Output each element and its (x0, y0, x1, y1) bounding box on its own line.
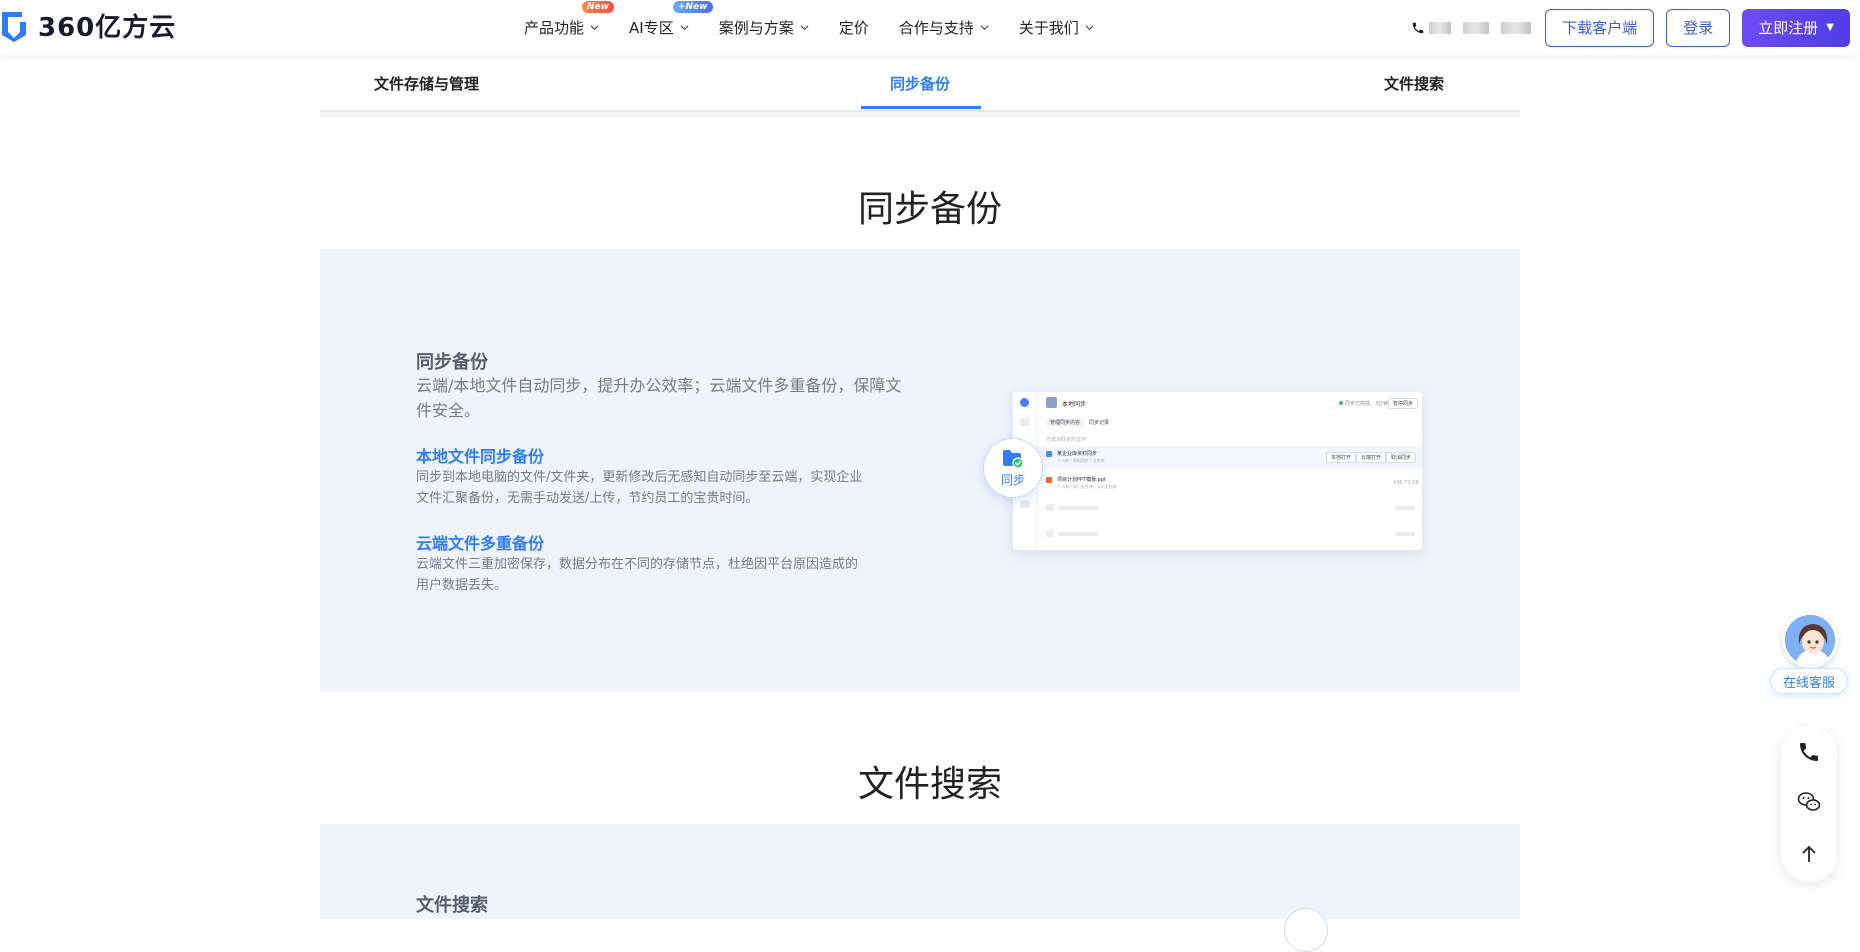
sync-badge: 同步 (983, 438, 1043, 498)
download-client-button[interactable]: 下载客户端 (1545, 8, 1655, 47)
nav-partner-support[interactable]: 合作与支持 (899, 0, 989, 55)
search-panel (320, 824, 1520, 919)
mock-row-button: 取消同步 (1386, 452, 1417, 463)
mock-pause-button: 暂停同步 (1388, 398, 1419, 409)
chevron-down-icon (590, 25, 599, 31)
nav-product-features[interactable]: 产品功能 New (524, 0, 614, 55)
section-title-search: 文件搜索 (857, 764, 1002, 805)
redacted-number (1463, 21, 1490, 34)
ppt-file-icon (1046, 477, 1052, 483)
search-badge (1284, 908, 1328, 952)
chevron-down-icon (800, 25, 809, 31)
sub-feature-desc: 同步到本地电脑的文件/文件夹，更新修改后无感知自动同步至云端，实现企业 (416, 470, 863, 485)
nav-ai-zone[interactable]: AI专区 +New (629, 0, 713, 55)
chevron-down-icon (1085, 25, 1094, 31)
mock-row-button: 本地打开 (1326, 452, 1357, 463)
feature-subtabs: 文件存储与管理 同步备份 文件搜索 (320, 55, 1520, 112)
agent-avatar-icon (1785, 615, 1835, 665)
register-button[interactable]: 立即注册 ▼ (1742, 8, 1850, 47)
tab-file-storage[interactable]: 文件存储与管理 (374, 73, 479, 94)
mock-row-size: 436.72 KB (1393, 480, 1419, 486)
mock-hint: 已成功同步的文件 (1046, 437, 1087, 443)
mock-tab: 管理同步内容 (1046, 418, 1085, 427)
redacted-number (1501, 21, 1532, 34)
nav-label: AI专区 (629, 19, 674, 37)
hotline[interactable] (1411, 21, 1532, 35)
phone-icon (1413, 22, 1424, 33)
mock-avatar (1020, 398, 1029, 407)
sub-feature-desc: 云端文件三重加密保存，数据分布在不同的存储节点，杜绝因平台原因造成的 (416, 557, 859, 572)
tab-sync-backup[interactable]: 同步备份 (890, 73, 950, 94)
nav-label: 合作与支持 (898, 19, 974, 37)
nav-about-us[interactable]: 关于我们 (1019, 0, 1094, 55)
header-actions: 下载客户端 登录 立即注册 ▼ (1411, 0, 1860, 55)
feature-desc-line1: 云端/本地文件自动同步，提升办公效率；云端文件多重备份，保障文 (416, 376, 902, 395)
nav-cases-solutions[interactable]: 案例与方案 (719, 0, 809, 55)
subtabs-shade (320, 112, 1520, 118)
online-customer-service[interactable]: 在线客服 (1770, 612, 1848, 696)
mock-title: 本地同步 (1062, 401, 1087, 408)
mock-row-name: 项目计划PPT模板.ppt (1057, 477, 1106, 483)
nav-label: 定价 (838, 19, 869, 37)
login-button[interactable]: 登录 (1666, 8, 1731, 47)
redacted-number (1429, 21, 1452, 34)
register-label: 立即注册 (1758, 19, 1819, 37)
arrow-up-icon[interactable] (1797, 842, 1821, 866)
sub-feature-desc: 文件汇聚备份，无需手动发送/上传，节约员工的宝贵时间。 (416, 491, 759, 506)
feature-desc-line2: 件安全。 (416, 401, 481, 420)
logo[interactable]: 360亿方云 (0, 8, 177, 43)
sync-app-screenshot: 本地同步 同步已完成，3分钟前 暂停同步 管理同步内容 同步记录 已成功同步的文… (1013, 392, 1422, 550)
mock-tab: 同步记录 (1085, 418, 1114, 427)
mock-row-path: 个人库 / 资料同步 / 文件夹 (1057, 458, 1105, 463)
logo-icon (2, 12, 26, 42)
new-badge: New (582, 1, 614, 13)
nav-label: 产品功能 (524, 19, 585, 37)
nav-label: 案例与方案 (718, 19, 794, 37)
main-nav: 产品功能 New AI专区 +New 案例与方案 定价 合作与支持 关于我们 (524, 0, 1124, 55)
active-tab-indicator (861, 106, 981, 109)
tab-file-search[interactable]: 文件搜索 (1384, 73, 1444, 94)
mock-row-path: 个人库 / 部门文件夹 / 公司文档库 (1057, 484, 1117, 489)
mock-status-text: 同步已完成，3分钟前 (1345, 401, 1394, 407)
caret-down-icon: ▼ (1826, 22, 1834, 33)
nav-label: 关于我们 (1018, 19, 1079, 37)
chevron-down-icon (980, 25, 989, 31)
phone-icon[interactable] (1797, 740, 1821, 764)
mock-row-name: 某企业库资料同步 (1057, 451, 1098, 457)
sync-badge-label: 同步 (1000, 472, 1025, 487)
feature-title: 同步备份 (416, 352, 488, 373)
new-badge: +New (673, 1, 713, 13)
feature-title: 文件搜索 (416, 895, 488, 916)
top-navigation: 360亿方云 产品功能 New AI专区 +New 案例与方案 定价 合作与支持… (0, 0, 1860, 55)
cs-label: 在线客服 (1770, 668, 1848, 694)
sync-folder-icon (1003, 449, 1024, 469)
nav-pricing[interactable]: 定价 (839, 0, 869, 55)
sync-app-icon (1046, 397, 1057, 408)
sub-feature-desc: 用户数据丢失。 (416, 578, 508, 593)
logo-text: 360亿方云 (38, 12, 177, 43)
cs-avatar (1782, 612, 1838, 668)
mock-status: 同步已完成，3分钟前 (1339, 400, 1393, 407)
mock-row-button: 云端打开 (1356, 452, 1387, 463)
section-title-sync: 同步备份 (857, 189, 1002, 230)
sub-feature-title: 云端文件多重备份 (416, 534, 545, 553)
chevron-down-icon (680, 25, 689, 31)
sub-feature-title: 本地文件同步备份 (416, 447, 545, 466)
folder-icon (1046, 451, 1052, 457)
wechat-icon[interactable] (1797, 790, 1821, 814)
floating-toolbar (1781, 726, 1837, 882)
